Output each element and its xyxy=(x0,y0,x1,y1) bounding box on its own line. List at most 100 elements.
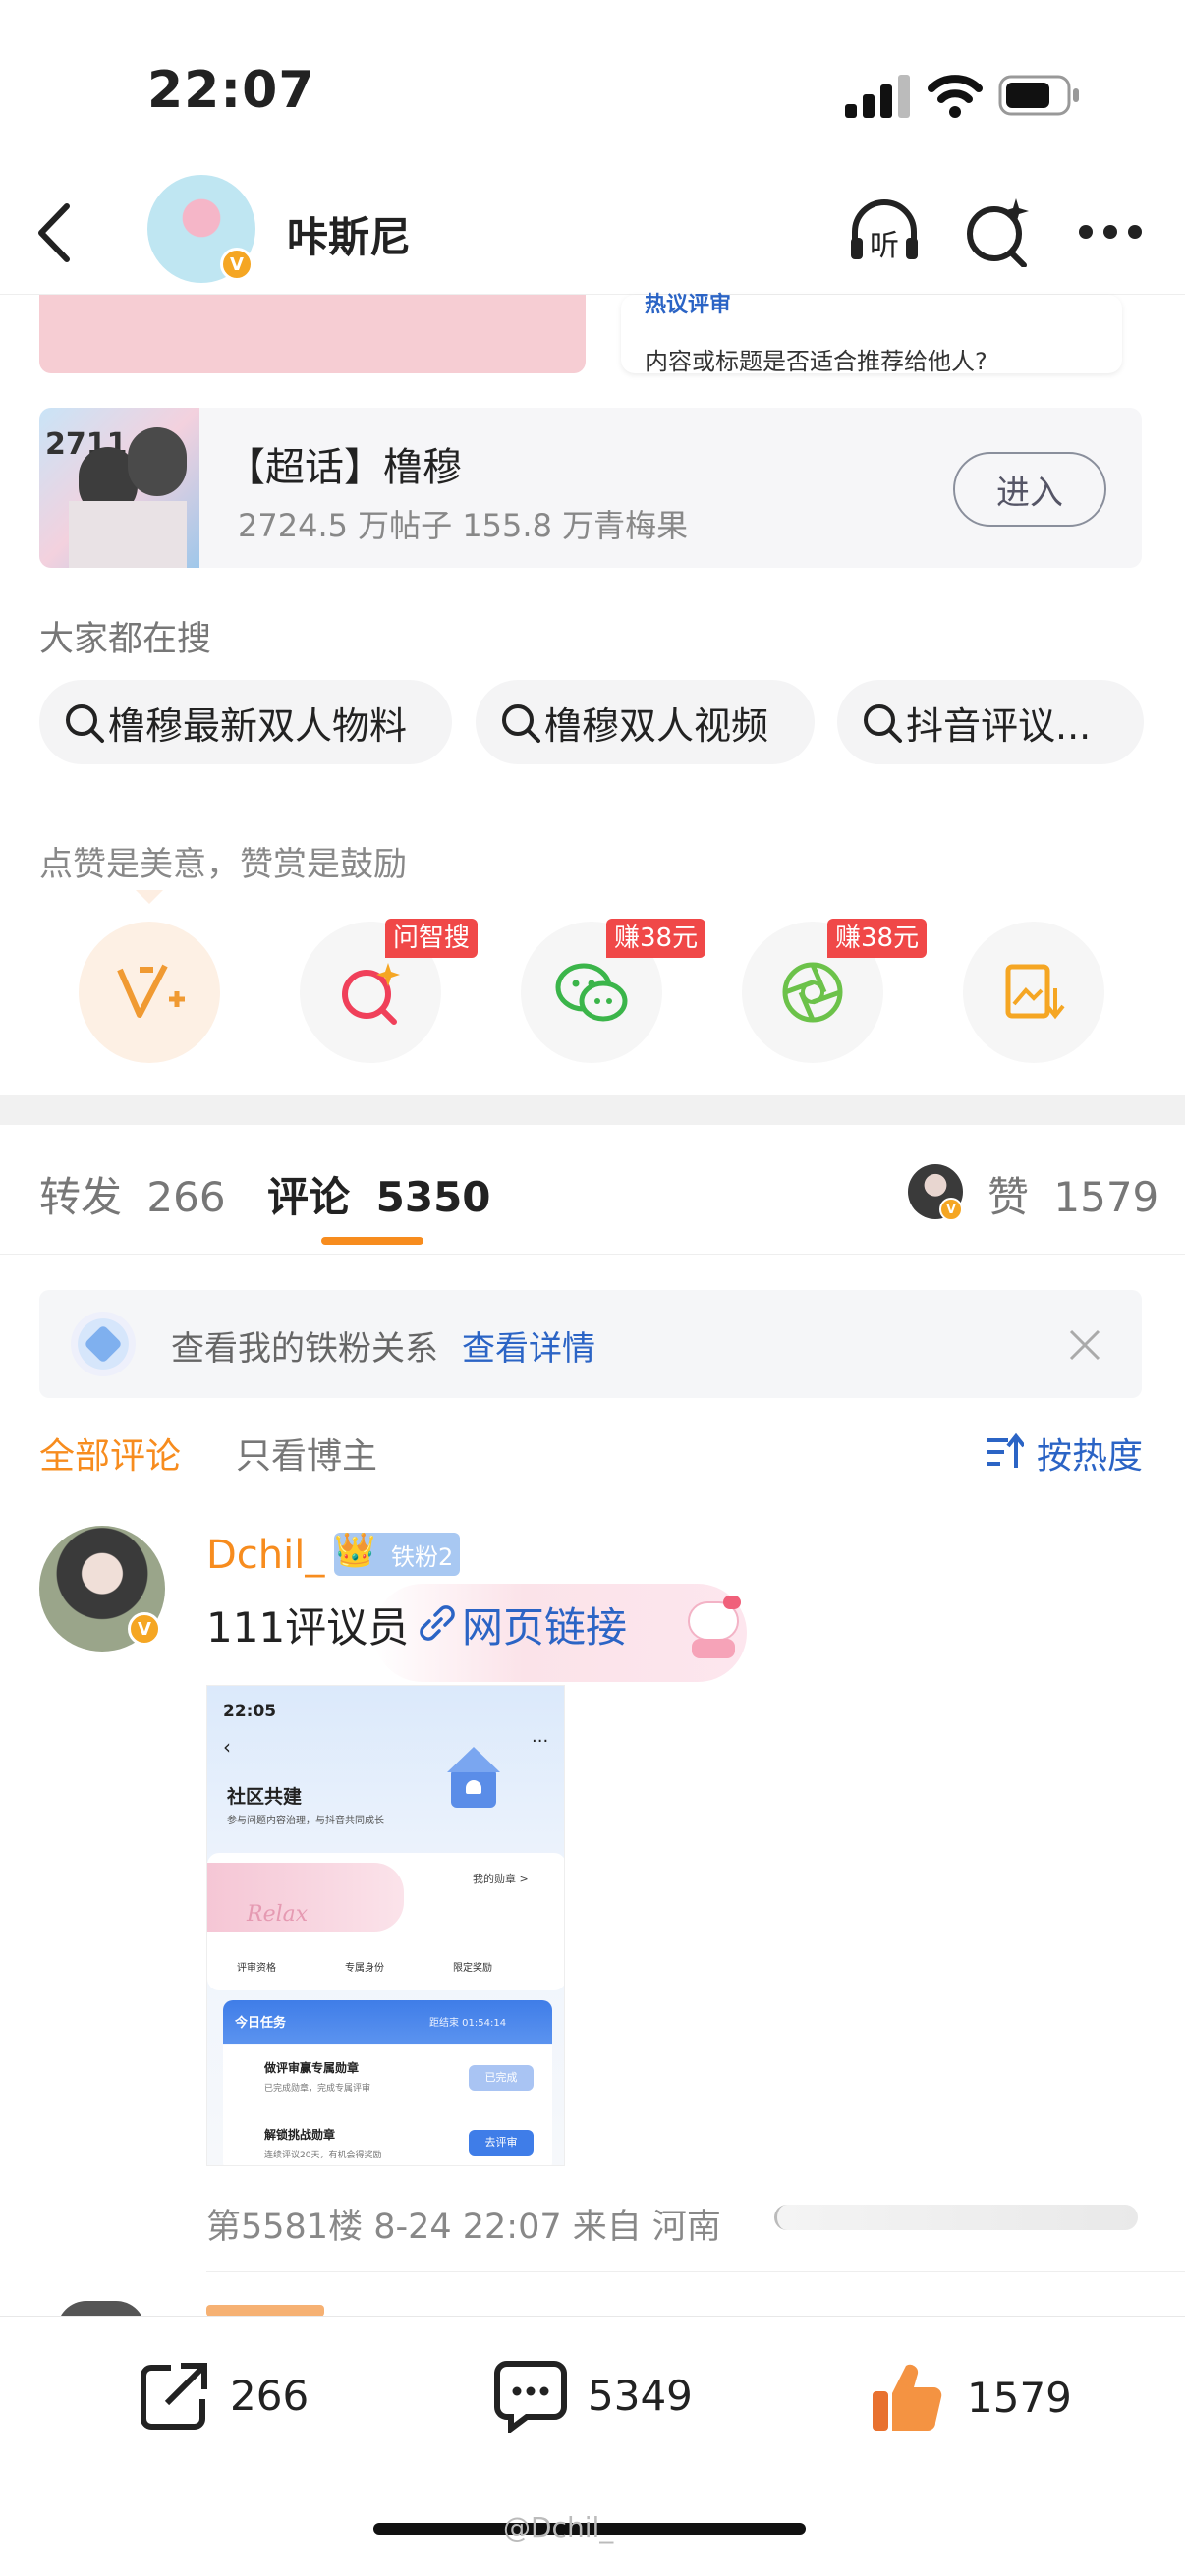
comment-count: 5349 xyxy=(588,2371,693,2420)
search-section-title: 大家都在搜 xyxy=(39,620,212,659)
sort-icon xyxy=(987,1432,1024,1468)
tab-likes[interactable]: 赞 1579 xyxy=(988,1164,1158,1224)
close-icon[interactable] xyxy=(1067,1327,1102,1363)
status-time: 22:07 xyxy=(147,61,315,120)
moments-icon xyxy=(782,962,843,1023)
shot-task1: 做评审赢专属勋章 xyxy=(264,2061,360,2075)
watermark-text: @Dchil_ xyxy=(503,2511,614,2544)
shot-task1-sub: 已完成勋章，完成专属评审 xyxy=(264,2084,371,2094)
verified-icon: V xyxy=(220,248,254,281)
enter-button[interactable]: 进入 xyxy=(953,452,1106,527)
search-suggestion-label: 橹穆最新双人物料 xyxy=(108,703,408,748)
battery-icon xyxy=(998,75,1079,116)
fan-notice-text: 查看我的铁粉关系 xyxy=(171,1329,438,1369)
shot-time: 22:05 xyxy=(223,1702,277,1721)
fan-notice-link[interactable]: 查看详情 xyxy=(462,1321,595,1370)
author-avatar[interactable]: V xyxy=(147,175,255,283)
ai-search-tag: 问智搜 xyxy=(385,919,479,958)
tab-repost-count: 266 xyxy=(146,1173,226,1221)
search-suggestion-1[interactable]: 橹穆最新双人物料 xyxy=(39,680,452,764)
listen-icon[interactable]: 听 xyxy=(845,196,924,265)
tab-repost[interactable]: 转发 266 xyxy=(39,1164,226,1224)
ai-search-icon xyxy=(342,963,400,1025)
link-icon xyxy=(420,1605,455,1641)
wifi-icon xyxy=(928,75,983,118)
shot-task1-button: 已完成 xyxy=(469,2065,534,2091)
shot-task-deadline: 距结束 01:54:14 xyxy=(429,2018,507,2029)
comment-action[interactable]: 5349 xyxy=(493,2358,693,2433)
review-card-text: 内容或标题是否适合推荐给他人? xyxy=(645,348,988,375)
reward-slogan: 点赞是美意，赞赏是鼓励 xyxy=(39,845,407,884)
liker-avatar[interactable]: V xyxy=(908,1164,963,1221)
pink-card[interactable] xyxy=(39,295,586,373)
pointer-arrow xyxy=(136,890,163,904)
comment-divider xyxy=(206,2271,1185,2272)
shot-task2-sub: 连续评议20天，有机会得奖励 xyxy=(264,2151,382,2160)
crown-icon: 👑 xyxy=(334,1531,376,1570)
shot-back-icon: ‹ xyxy=(223,1735,231,1759)
search-suggestion-label: 橹穆双人视频 xyxy=(544,703,769,748)
wechat-earn-tag: 赚38元 xyxy=(606,919,706,958)
save-image-button[interactable] xyxy=(963,922,1104,1063)
comment-text: 111评议员 xyxy=(206,1603,410,1652)
like-count: 1579 xyxy=(967,2373,1072,2422)
shot-perk-1: 评审资格 xyxy=(237,1963,276,1974)
shot-subtitle: 参与问题内容治理，与抖音共同成长 xyxy=(227,1816,384,1826)
comment-link[interactable]: 网页链接 xyxy=(462,1595,627,1654)
tab-comments[interactable]: 评论 5350 xyxy=(267,1164,491,1224)
supertopic-stats: 2724.5 万帖子 155.8 万青梅果 xyxy=(238,507,689,544)
shot-task2-button: 去评审 xyxy=(469,2130,534,2156)
status-bar: 22:07 xyxy=(0,0,1185,177)
repost-icon xyxy=(141,2363,207,2430)
verified-icon: V xyxy=(939,1198,963,1221)
shot-relax-banner: Relax xyxy=(207,1863,404,1932)
shot-my-badge: 我的勋章 > xyxy=(473,1873,529,1885)
review-card[interactable]: 热议评审 内容或标题是否适合推荐给他人? xyxy=(621,293,1122,375)
smart-search-icon[interactable] xyxy=(963,195,1032,267)
more-icon[interactable] xyxy=(1076,222,1145,242)
search-icon xyxy=(864,704,902,743)
author-name[interactable]: 咔斯尼 xyxy=(287,204,411,264)
wechat-icon xyxy=(555,963,628,1022)
filter-author-only[interactable]: 只看博主 xyxy=(236,1428,377,1479)
search-icon xyxy=(66,704,104,743)
shot-perk-3: 限定奖励 xyxy=(453,1963,492,1974)
tab-active-indicator xyxy=(321,1237,423,1245)
repost-action[interactable]: 266 xyxy=(138,2358,309,2433)
supertopic-card[interactable]: 2711 【超话】橹穆 2724.5 万帖子 155.8 万青梅果 进入 xyxy=(39,408,1142,568)
shot-title: 社区共建 xyxy=(227,1786,303,1808)
comment-meta: 第5581楼 8-24 22:07 来自 河南 xyxy=(206,2208,721,2247)
shot-more-icon: ··· xyxy=(532,1731,549,1752)
sort-by-heat[interactable]: 按热度 xyxy=(1037,1428,1143,1479)
fan-notice-bar[interactable]: 查看我的铁粉关系 查看详情 xyxy=(39,1290,1142,1398)
fan-diamond-icon xyxy=(71,1312,136,1376)
shot-perk-2: 专属身份 xyxy=(345,1963,384,1974)
section-divider xyxy=(0,1095,1185,1125)
comment-image[interactable]: 22:05 ‹ ··· 社区共建 参与问题内容治理，与抖音共同成长 Relax … xyxy=(206,1685,565,2166)
reward-button[interactable] xyxy=(79,922,220,1063)
supertopic-cover: 2711 xyxy=(39,408,199,568)
save-image-icon xyxy=(1005,964,1065,1020)
commenter-name[interactable]: Dchil_ xyxy=(206,1533,324,1578)
fan-badge[interactable]: 👑 铁粉2 xyxy=(334,1531,460,1576)
shot-house-icon xyxy=(439,1745,508,1814)
tab-comments-label: 评论 xyxy=(267,1173,351,1221)
shot-card: Relax 我的勋章 > 评审资格 专属身份 限定奖励 xyxy=(207,1853,564,1990)
svg-text:听: 听 xyxy=(870,229,899,263)
search-suggestion-2[interactable]: 橹穆双人视频 xyxy=(476,680,815,764)
back-arrow-icon[interactable] xyxy=(29,198,79,267)
hello-kitty-sticker xyxy=(678,1592,747,1660)
like-action[interactable]: 1579 xyxy=(869,2358,1072,2436)
verified-icon: V xyxy=(128,1612,161,1646)
filter-all-comments[interactable]: 全部评论 xyxy=(39,1428,181,1479)
search-suggestion-3[interactable]: 抖音评议... xyxy=(837,680,1144,764)
review-card-title: 热议评审 xyxy=(645,293,732,317)
shot-task-card: 今日任务 距结束 01:54:14 做评审赢专属勋章 已完成勋章，完成专属评审 … xyxy=(223,2000,552,2165)
shot-task-title: 今日任务 xyxy=(235,2016,287,2031)
fan-badge-label: 铁粉2 xyxy=(391,1542,454,1571)
tab-likes-count: 1579 xyxy=(1053,1173,1159,1221)
tab-comments-count: 5350 xyxy=(375,1173,491,1221)
search-suggestion-label: 抖音评议... xyxy=(906,703,1092,748)
bottom-action-bar: @Dchil_ xyxy=(0,2316,1185,2576)
commenter-avatar[interactable]: V xyxy=(39,1526,165,1652)
